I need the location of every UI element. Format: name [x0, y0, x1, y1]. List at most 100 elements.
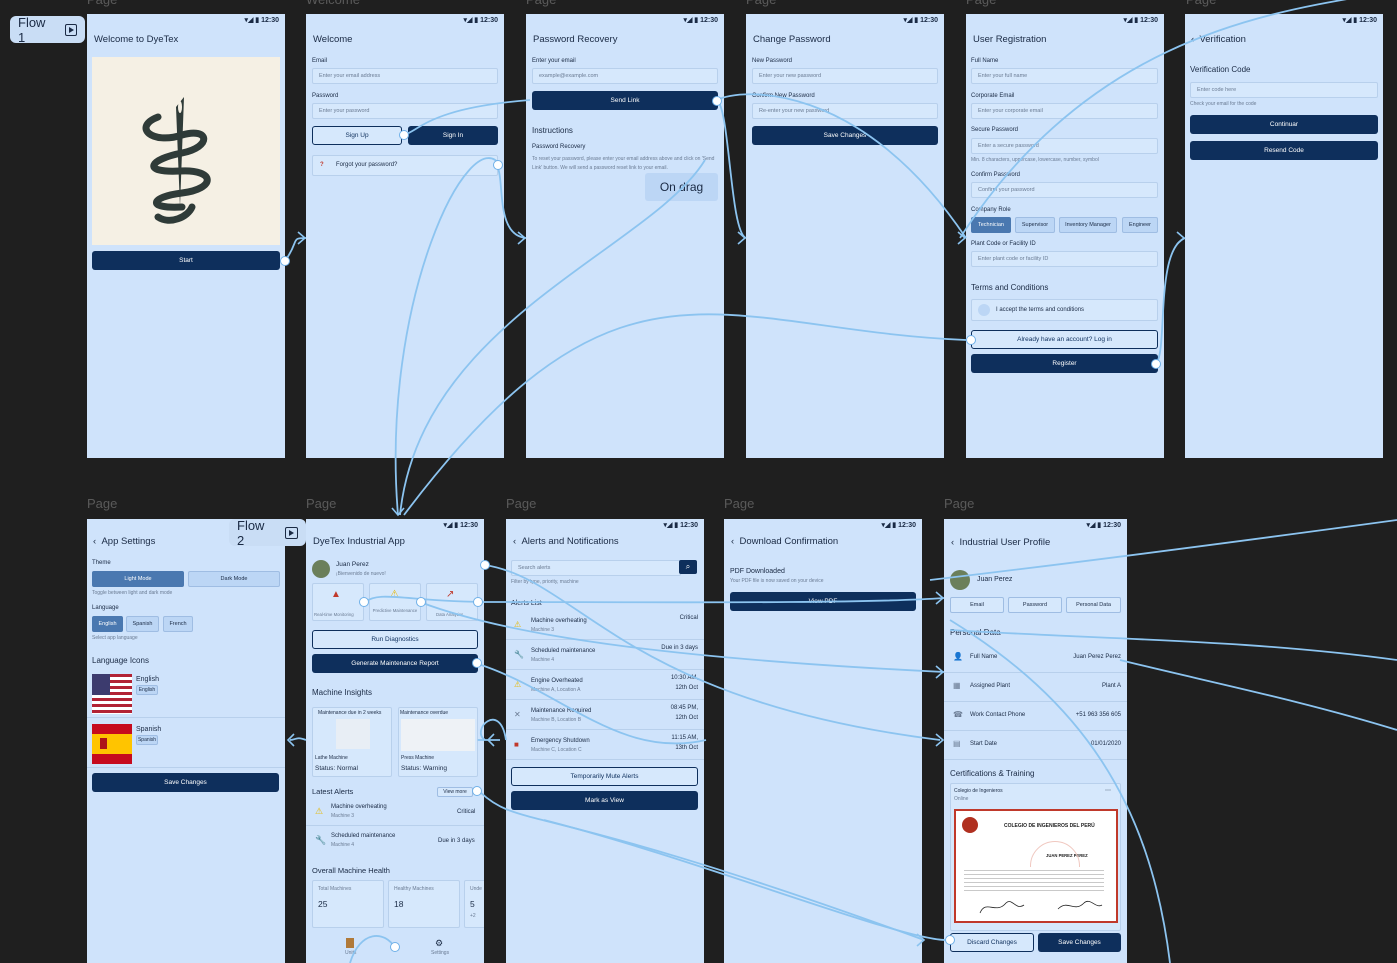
- role-chip[interactable]: Supervisor: [1015, 217, 1055, 233]
- profile-field-value[interactable]: 01/01/2020: [1091, 741, 1121, 747]
- connector-dot[interactable]: [480, 560, 490, 570]
- nav-label[interactable]: Settings: [431, 950, 449, 956]
- light-mode-toggle[interactable]: Light Mode: [92, 571, 184, 587]
- search-icon[interactable]: ⌕: [679, 560, 697, 574]
- alerts-list-heading: Alerts List: [511, 600, 542, 607]
- theme-label: Theme: [92, 560, 111, 566]
- connector-dot[interactable]: [473, 597, 483, 607]
- back-chevron-icon[interactable]: ‹: [951, 537, 954, 548]
- search-input[interactable]: Search alerts: [511, 560, 681, 576]
- english-sub: English: [136, 685, 158, 695]
- email-input[interactable]: Enter your email address: [312, 68, 498, 84]
- confirm-password-input[interactable]: Re-enter your new password: [752, 103, 938, 119]
- start-button[interactable]: Start: [92, 251, 280, 270]
- full-name-input[interactable]: Enter your full name: [971, 68, 1158, 84]
- status-bar: ▾◢ ▮ 12:30: [443, 522, 478, 529]
- save-changes-button[interactable]: Save Changes: [92, 773, 279, 792]
- language-chip[interactable]: Spanish: [126, 616, 159, 632]
- insights-heading: Machine Insights: [312, 688, 373, 697]
- profile-field-value[interactable]: Juan Perez Perez: [1073, 654, 1121, 660]
- screen-app-settings: ‹ App Settings Theme Light Mode Dark Mod…: [87, 519, 285, 963]
- language-chip[interactable]: English: [92, 616, 123, 632]
- password-label: Secure Password: [971, 127, 1019, 133]
- save-changes-button[interactable]: Save Changes: [1038, 933, 1121, 952]
- login-link-button[interactable]: Already have an account? Log in: [971, 330, 1158, 349]
- connector-dot[interactable]: [359, 597, 369, 607]
- more-options-icon[interactable]: ⋯: [1105, 787, 1111, 794]
- connector-dot[interactable]: [472, 658, 482, 668]
- view-more-button[interactable]: View more: [437, 787, 473, 797]
- sign-up-button[interactable]: Sign Up: [312, 126, 402, 145]
- alert-title: Scheduled maintenance: [531, 648, 596, 654]
- profile-field-value[interactable]: +51 963 356 605: [1076, 712, 1121, 718]
- save-changes-button[interactable]: Save Changes: [752, 126, 938, 145]
- profile-tab[interactable]: Personal Data: [1066, 597, 1121, 613]
- flow-1-tag[interactable]: Flow 1: [10, 15, 85, 45]
- divider: [944, 701, 1127, 702]
- confirm-password-input[interactable]: Confirm your password: [971, 182, 1158, 198]
- page-label: Page: [966, 0, 996, 7]
- machine-name: Press Machine: [401, 755, 435, 761]
- language-chip[interactable]: French: [163, 616, 193, 632]
- back-chevron-icon[interactable]: ‹: [93, 536, 96, 547]
- generate-report-button[interactable]: Generate Maintenance Report: [312, 654, 478, 673]
- back-chevron-icon[interactable]: ‹: [731, 536, 734, 547]
- profile-tab[interactable]: Email: [950, 597, 1004, 613]
- password-input[interactable]: Enter a secure password: [971, 138, 1158, 154]
- us-flag-icon: [92, 674, 132, 714]
- role-chip[interactable]: Engineer: [1122, 217, 1158, 233]
- role-chip[interactable]: Technician: [971, 217, 1011, 233]
- back-chevron-icon[interactable]: ‹: [1191, 34, 1194, 45]
- page-title: Password Recovery: [533, 34, 618, 45]
- register-button[interactable]: Register: [971, 354, 1158, 373]
- sign-in-button[interactable]: Sign In: [408, 126, 498, 145]
- certificate-image: COLEGIO DE INGENIEROS DEL PERÚ JUAN PERE…: [954, 809, 1118, 923]
- screen-dashboard: ▾◢ ▮ 12:30 DyeTex Industrial App Juan Pe…: [306, 519, 484, 963]
- connector-dot[interactable]: [945, 935, 955, 945]
- password-input[interactable]: Enter your password: [312, 103, 498, 119]
- stat-label: Total Machines: [318, 886, 352, 892]
- alert-title: Maintenance Required: [531, 708, 592, 714]
- code-input[interactable]: Enter code here: [1190, 82, 1378, 98]
- divider: [506, 759, 704, 760]
- profile-field-label: Assigned Plant: [970, 683, 1011, 689]
- mute-alerts-button[interactable]: Temporarily Mute Alerts: [511, 767, 698, 786]
- profile-tab[interactable]: Password: [1008, 597, 1062, 613]
- profile-field-value[interactable]: Plant A: [1102, 683, 1121, 689]
- role-label: Company Role: [971, 207, 1011, 213]
- units-nav-icon[interactable]: [346, 938, 354, 948]
- page-title: Welcome: [313, 34, 353, 45]
- connector-dot[interactable]: [390, 942, 400, 952]
- flow-2-tag[interactable]: Flow 2: [229, 518, 306, 548]
- send-link-button[interactable]: Send Link: [532, 91, 718, 110]
- email-input[interactable]: Enter your corporate email: [971, 103, 1158, 119]
- language-label: Language: [92, 605, 119, 611]
- back-chevron-icon[interactable]: ‹: [513, 536, 516, 547]
- connector-dot[interactable]: [472, 786, 482, 796]
- email-input[interactable]: example@example.com: [532, 68, 718, 84]
- connector-dot[interactable]: [1151, 359, 1161, 369]
- plant-code-input[interactable]: Enter plant code or facility ID: [971, 251, 1158, 267]
- view-pdf-button[interactable]: View PDF: [730, 592, 916, 611]
- forgot-password-link[interactable]: Forgot your password?: [336, 162, 397, 168]
- connector-dot[interactable]: [399, 130, 409, 140]
- dark-mode-toggle[interactable]: Dark Mode: [188, 571, 280, 587]
- connector-dot[interactable]: [712, 96, 722, 106]
- discard-changes-button[interactable]: Discard Changes: [950, 933, 1034, 952]
- screen-user-profile: ▾◢ ▮ 12:30 ‹ Industrial User Profile Jua…: [944, 519, 1127, 963]
- connector-dot[interactable]: [493, 160, 503, 170]
- role-chip[interactable]: Inventory Manager: [1059, 217, 1117, 233]
- mark-as-view-button[interactable]: Mark as View: [511, 791, 698, 810]
- resend-code-button[interactable]: Resend Code: [1190, 141, 1378, 160]
- code-hint: Check your email for the code: [1190, 101, 1257, 107]
- run-diagnostics-button[interactable]: Run Diagnostics: [312, 630, 478, 649]
- terms-checkbox[interactable]: [978, 304, 990, 316]
- new-password-input[interactable]: Enter your new password: [752, 68, 938, 84]
- continue-button[interactable]: Continuar: [1190, 115, 1378, 134]
- connector-dot[interactable]: [966, 335, 976, 345]
- nav-label[interactable]: Units: [345, 950, 356, 956]
- connector-dot[interactable]: [416, 597, 426, 607]
- settings-gear-icon[interactable]: ⚙: [435, 938, 443, 949]
- alert-list-item[interactable]: [506, 610, 704, 639]
- connector-dot[interactable]: [280, 256, 290, 266]
